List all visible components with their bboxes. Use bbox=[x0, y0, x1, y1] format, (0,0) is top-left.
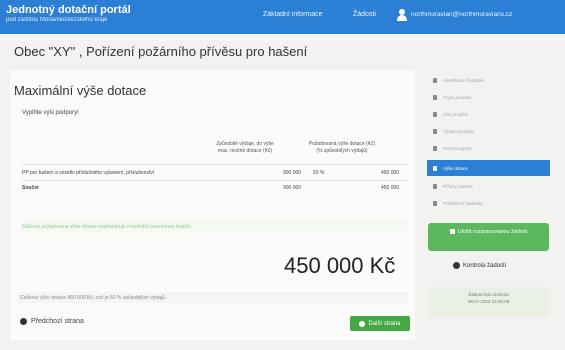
portal-subtitle: pod záštitou Moravskoslezského kraje bbox=[6, 17, 108, 23]
document-icon bbox=[433, 128, 437, 134]
save-draft-button[interactable]: Uložit rozpracovanou žádost bbox=[428, 223, 549, 251]
sidebar-item-declaration[interactable]: Prohlášení žadatele bbox=[427, 195, 550, 211]
sidebar-item-goals[interactable]: Cíle projektu bbox=[427, 106, 550, 122]
next-page-button[interactable]: Další strana bbox=[350, 316, 410, 331]
table-rule bbox=[22, 180, 407, 181]
info-alert-text: Celková požadovaná výše dotace nepřesahu… bbox=[22, 224, 192, 230]
document-icon bbox=[433, 165, 437, 171]
user-icon bbox=[397, 9, 407, 21]
sidebar-item-description[interactable]: Popis projektu bbox=[427, 89, 550, 105]
saved-label: Žádost byla uložena bbox=[468, 292, 509, 297]
section-title: Maximální výše dotace bbox=[14, 83, 147, 98]
page-title: Obec "XY" , Pořízení požárního přívěsu p… bbox=[14, 44, 308, 59]
document-icon bbox=[433, 111, 437, 117]
check-request-link[interactable]: Kontrola žádosti bbox=[453, 262, 506, 269]
nav-basic-info[interactable]: Základní informace bbox=[263, 11, 323, 18]
footnote-text: Celková výše dotace 450 000 Kč, což je 5… bbox=[20, 295, 167, 301]
arrow-left-icon bbox=[20, 318, 27, 325]
save-icon bbox=[449, 229, 455, 235]
check-icon bbox=[453, 262, 460, 269]
sum-eligible: 900 000 bbox=[283, 185, 302, 191]
sum-requested: 450 000 bbox=[381, 185, 400, 191]
saved-time: 08.07.2022 15:39:08 bbox=[467, 299, 510, 304]
next-page-label: Další strana bbox=[368, 320, 401, 327]
header-requested: Požadovaná výše dotace (Kč) (% způsobilý… bbox=[308, 141, 376, 154]
arrow-right-icon bbox=[359, 320, 366, 327]
table-rule bbox=[22, 164, 407, 165]
portal-brand[interactable]: Jednotný dotační portál pod záštitou Mor… bbox=[6, 4, 131, 24]
sidebar-item-schedule[interactable]: Harmonogram bbox=[427, 140, 550, 156]
portal-title: Jednotný dotační portál bbox=[6, 4, 131, 16]
total-amount: 450 000 Kč bbox=[284, 253, 396, 278]
top-bar: Jednotný dotační portál pod záštitou Mor… bbox=[0, 0, 565, 34]
document-icon bbox=[433, 94, 437, 100]
row-label: PP pro hašení a vozidlo příslušného vyba… bbox=[22, 170, 155, 176]
sum-label: Součet bbox=[22, 185, 39, 191]
previous-page-link[interactable]: Předchozí strana bbox=[20, 318, 84, 325]
user-menu[interactable]: northmoravian@northmoravians.cz bbox=[411, 11, 512, 18]
header-eligible: Způsobilé výdaje, do výše max. možné dot… bbox=[216, 141, 274, 154]
row-requested: 450 000 bbox=[381, 170, 400, 176]
sidebar-item-subsidy[interactable]: Výše dotace bbox=[427, 160, 550, 176]
previous-page-label: Předchozí strana bbox=[31, 318, 84, 325]
saved-status-box: Žádost byla uložena 08.07.2022 15:39:08 bbox=[428, 287, 549, 317]
instruction-text: Vyplňte výši podpory! bbox=[22, 110, 79, 116]
document-icon bbox=[433, 145, 437, 151]
row-percent-input[interactable]: 50 % bbox=[313, 170, 324, 176]
nav-requests[interactable]: Žádosti bbox=[353, 11, 376, 18]
row-eligible: 900 000 bbox=[283, 170, 302, 176]
document-icon bbox=[433, 183, 437, 189]
document-icon bbox=[433, 200, 437, 206]
sidebar-item-attachments[interactable]: Přílohy žádosti bbox=[427, 178, 550, 194]
sidebar-item-applicant[interactable]: Identifikace žadatele bbox=[427, 72, 550, 88]
sidebar-item-expenses[interactable]: Výdaje projektu bbox=[427, 123, 550, 139]
document-icon bbox=[433, 77, 437, 83]
